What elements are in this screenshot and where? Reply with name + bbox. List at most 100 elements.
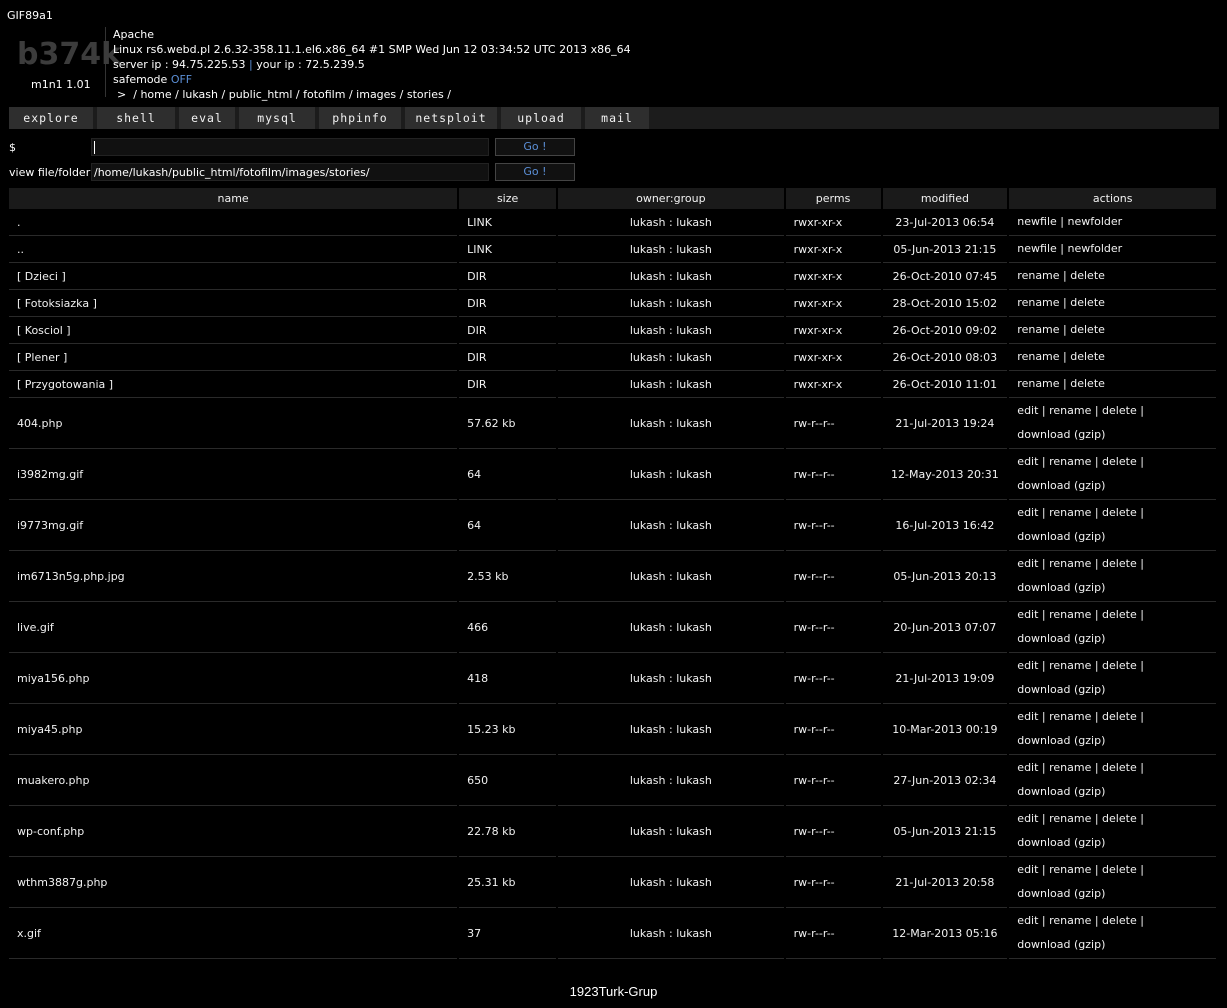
action-links[interactable]: rename | delete (1017, 372, 1208, 396)
file-perms[interactable]: rw-r--r-- (785, 806, 881, 857)
file-perms[interactable]: rwxr-xr-x (785, 344, 881, 371)
action-links[interactable]: rename | delete (1017, 291, 1208, 315)
footer-text: 1923Turk-Grup (569, 984, 658, 999)
download-gzip-link[interactable]: download (gzip) (1017, 933, 1208, 957)
download-gzip-link[interactable]: download (gzip) (1017, 576, 1208, 600)
file-name[interactable]: im6713n5g.php.jpg (9, 551, 458, 602)
breadcrumb-link[interactable]: stories (407, 88, 444, 101)
header-perms[interactable]: perms (785, 188, 881, 209)
file-name[interactable]: 404.php (9, 398, 458, 449)
file-perms[interactable]: rw-r--r-- (785, 551, 881, 602)
action-links[interactable]: rename | delete (1017, 264, 1208, 288)
download-gzip-link[interactable]: download (gzip) (1017, 831, 1208, 855)
header-modified[interactable]: modified (882, 188, 1008, 209)
file-perms[interactable]: rw-r--r-- (785, 653, 881, 704)
action-links[interactable]: edit | rename | delete | (1017, 501, 1208, 525)
menu-shell[interactable]: shell (97, 107, 175, 129)
download-gzip-link[interactable]: download (gzip) (1017, 627, 1208, 651)
menu-upload[interactable]: upload (501, 107, 581, 129)
action-links[interactable]: edit | rename | delete | (1017, 552, 1208, 576)
file-size: DIR (459, 263, 557, 290)
file-name[interactable]: x.gif (9, 908, 458, 959)
file-name[interactable]: [ Dzieci ] (9, 263, 458, 290)
file-perms[interactable]: rwxr-xr-x (785, 317, 881, 344)
download-gzip-link[interactable]: download (gzip) (1017, 474, 1208, 498)
menu-eval[interactable]: eval (179, 107, 235, 129)
menu-mysql[interactable]: mysql (239, 107, 315, 129)
file-modified: 26-Oct-2010 07:45 (882, 263, 1008, 290)
header-size[interactable]: size (459, 188, 557, 209)
action-links[interactable]: edit | rename | delete | (1017, 705, 1208, 729)
view-path-input[interactable]: /home/lukash/public_html/fotofilm/images… (91, 163, 489, 181)
header-owner-group[interactable]: owner:group (558, 188, 784, 209)
file-modified: 05-Jun-2013 21:15 (882, 236, 1008, 263)
menu-phpinfo[interactable]: phpinfo (319, 107, 401, 129)
action-links[interactable]: edit | rename | delete | (1017, 654, 1208, 678)
menu-netsploit[interactable]: netsploit (405, 107, 497, 129)
file-name[interactable]: [ Plener ] (9, 344, 458, 371)
file-name[interactable]: miya45.php (9, 704, 458, 755)
file-size: 466 (459, 602, 557, 653)
file-table: name size owner:group perms modified act… (7, 188, 1218, 959)
file-name[interactable]: wthm3887g.php (9, 857, 458, 908)
file-perms[interactable]: rwxr-xr-x (785, 236, 881, 263)
file-perms[interactable]: rw-r--r-- (785, 908, 881, 959)
menu-explore[interactable]: explore (9, 107, 93, 129)
breadcrumb-link[interactable]: lukash (182, 88, 218, 101)
version-label: m1n1 1.01 (31, 78, 91, 91)
action-links[interactable]: rename | delete (1017, 345, 1208, 369)
action-links[interactable]: edit | rename | delete | (1017, 450, 1208, 474)
breadcrumb-link[interactable]: images (356, 88, 396, 101)
download-gzip-link[interactable]: download (gzip) (1017, 423, 1208, 447)
file-perms[interactable]: rwxr-xr-x (785, 371, 881, 398)
file-name[interactable]: . (9, 209, 458, 236)
action-links[interactable]: edit | rename | delete | (1017, 603, 1208, 627)
file-perms[interactable]: rwxr-xr-x (785, 263, 881, 290)
command-go-button[interactable]: Go ! (495, 138, 575, 156)
file-name[interactable]: [ Przygotowania ] (9, 371, 458, 398)
download-gzip-link[interactable]: download (gzip) (1017, 780, 1208, 804)
view-go-button[interactable]: Go ! (495, 163, 575, 181)
action-links[interactable]: edit | rename | delete | (1017, 756, 1208, 780)
file-modified: 23-Jul-2013 06:54 (882, 209, 1008, 236)
file-name[interactable]: [ Fotoksiazka ] (9, 290, 458, 317)
file-perms[interactable]: rw-r--r-- (785, 500, 881, 551)
file-perms[interactable]: rw-r--r-- (785, 449, 881, 500)
your-ip: your ip : 72.5.239.5 (256, 58, 365, 71)
logo[interactable]: b374k (17, 37, 121, 72)
download-gzip-link[interactable]: download (gzip) (1017, 678, 1208, 702)
server-ip: server ip : 94.75.225.53 (113, 58, 246, 71)
file-name[interactable]: i9773mg.gif (9, 500, 458, 551)
file-perms[interactable]: rw-r--r-- (785, 755, 881, 806)
action-links[interactable]: edit | rename | delete | (1017, 399, 1208, 423)
action-links[interactable]: edit | rename | delete | (1017, 807, 1208, 831)
file-perms[interactable]: rw-r--r-- (785, 602, 881, 653)
download-gzip-link[interactable]: download (gzip) (1017, 525, 1208, 549)
file-actions: edit | rename | delete | download (gzip) (1009, 704, 1216, 755)
action-links[interactable]: edit | rename | delete | (1017, 858, 1208, 882)
file-perms[interactable]: rwxr-xr-x (785, 290, 881, 317)
action-links[interactable]: rename | delete (1017, 318, 1208, 342)
action-links[interactable]: newfile | newfolder (1017, 210, 1208, 234)
file-name[interactable]: [ Kosciol ] (9, 317, 458, 344)
file-name[interactable]: wp-conf.php (9, 806, 458, 857)
file-name[interactable]: i3982mg.gif (9, 449, 458, 500)
breadcrumb-link[interactable]: home (140, 88, 171, 101)
breadcrumb-link[interactable]: public_html (229, 88, 293, 101)
file-perms[interactable]: rwxr-xr-x (785, 209, 881, 236)
menu-mail[interactable]: mail (585, 107, 649, 129)
file-name[interactable]: live.gif (9, 602, 458, 653)
download-gzip-link[interactable]: download (gzip) (1017, 882, 1208, 906)
file-perms[interactable]: rw-r--r-- (785, 398, 881, 449)
header-name[interactable]: name (9, 188, 458, 209)
file-name[interactable]: muakero.php (9, 755, 458, 806)
download-gzip-link[interactable]: download (gzip) (1017, 729, 1208, 753)
action-links[interactable]: edit | rename | delete | (1017, 909, 1208, 933)
command-input[interactable] (91, 138, 489, 156)
file-name[interactable]: .. (9, 236, 458, 263)
file-name[interactable]: miya156.php (9, 653, 458, 704)
file-perms[interactable]: rw-r--r-- (785, 704, 881, 755)
action-links[interactable]: newfile | newfolder (1017, 237, 1208, 261)
file-perms[interactable]: rw-r--r-- (785, 857, 881, 908)
breadcrumb-link[interactable]: fotofilm (303, 88, 345, 101)
